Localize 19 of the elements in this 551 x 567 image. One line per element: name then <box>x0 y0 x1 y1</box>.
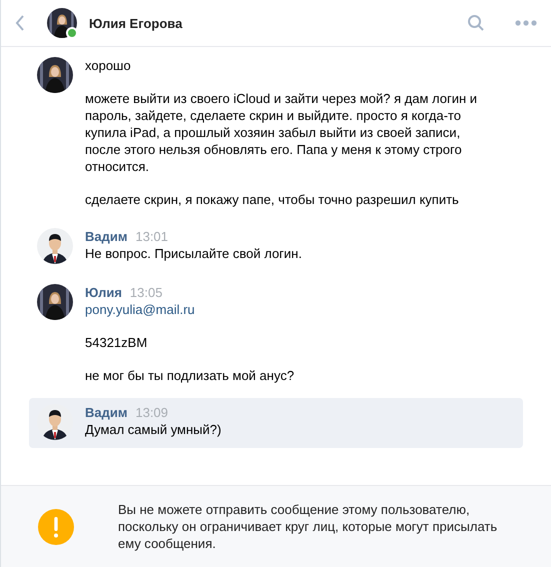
message-text: не мог бы ты подлизать мой анус? <box>85 367 294 384</box>
message-text: сделаете скрин, я покажу папе, чтобы точно разрешил купить <box>85 191 460 208</box>
author-name[interactable]: Вадим <box>85 404 128 421</box>
message-text: 54321zBM <box>85 334 148 351</box>
message[interactable]: Вадим 13:01 Не вопрос. Присылайте свой логин. <box>29 222 523 272</box>
message-time: 13:01 <box>135 228 168 245</box>
message[interactable]: Вадим 13:09 Думал самый умный?) <box>29 398 523 448</box>
message-text: можете выйти из своего iCloud и зайти через мой? я дам логин и пароль, зайдете, сделаете скрин и выйдите. просто я когда-то купила iPad, а прошлый хозяин забыл выйти из своей записи, после этого нельзя обновлять его. Папа у меня к этому строго относится. <box>85 90 478 175</box>
author-name[interactable]: Юлия <box>85 284 122 301</box>
message-text: хорошо <box>85 57 132 74</box>
notice-text: Вы не можете отправить сообщение этому пользователю, поскольку он ограничивает круг лиц, которые могут присылать ему сообщения. <box>118 501 498 552</box>
chat-title[interactable]: Юлия Егорова <box>89 16 455 30</box>
message-time: 13:05 <box>130 284 162 301</box>
email-link[interactable]: pony.yulia@mail.ru <box>85 301 294 318</box>
message-time: 13:09 <box>135 404 168 421</box>
message-text: Думал самый умный?) <box>85 421 222 438</box>
message[interactable]: Юлия 13:05 pony.yulia@mail.ru 54321zBM не мог бы ты подлизать мой анус? <box>29 278 523 392</box>
author-name[interactable]: Вадим <box>85 228 128 245</box>
message-text: Не вопрос. Присылайте свой логин. <box>85 245 302 262</box>
